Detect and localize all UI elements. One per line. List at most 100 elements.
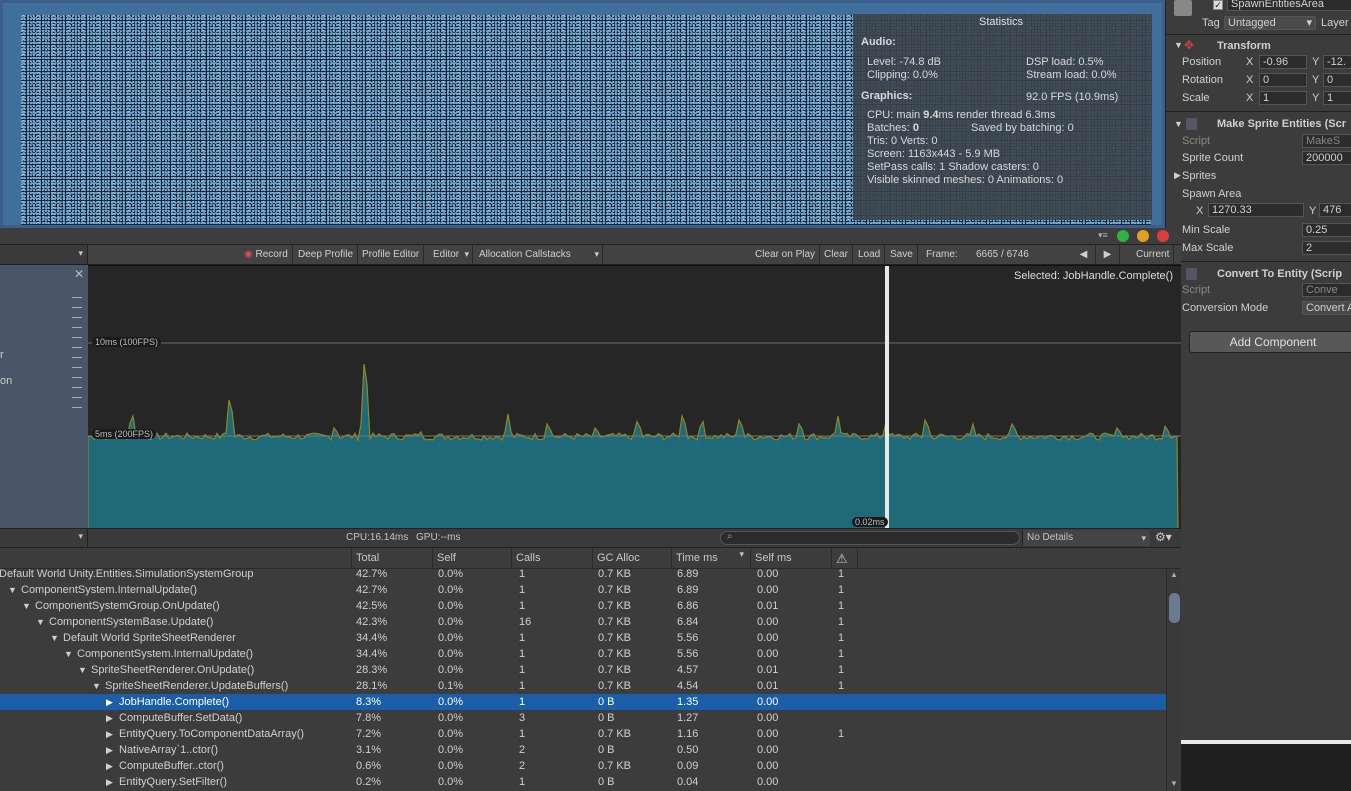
table-row[interactable]: ▶ NativeArray`1..ctor() 3.1% 0.0% 2 0 B 0.50 0.… [0, 742, 1166, 758]
row-name: ComputeBuffer.SetData() [119, 712, 243, 724]
row-calls: 1 [519, 776, 526, 788]
transform-foldout-icon[interactable]: ▼ [1174, 40, 1183, 50]
cpu-usage-chart[interactable]: 10ms (100FPS) 5ms (200FPS) Selected: Job… [88, 265, 1181, 529]
row-gc: 0 B [598, 696, 615, 708]
close-icon[interactable] [1157, 230, 1169, 242]
hierarchy-scrollbar[interactable]: ▲ ▼ [1166, 569, 1181, 791]
row-calls: 2 [519, 744, 526, 756]
expanded-arrow-icon[interactable]: ▼ [78, 662, 87, 678]
row-selfms: 0.01 [757, 600, 779, 612]
rotation-label: Rotation [1182, 74, 1223, 86]
table-row[interactable]: ▼ ComponentSystemBase.Update() 42.3% 0.0% 16… [0, 614, 1166, 630]
expanded-arrow-icon[interactable]: ▼ [50, 630, 59, 646]
clear-button[interactable]: Clear [820, 245, 853, 264]
make-sprite-foldout-icon[interactable]: ▼ [1174, 119, 1183, 129]
table-row[interactable]: ▼ ComponentSystem.InternalUpdate() 34.4% 0.… [0, 646, 1166, 662]
position-x-field[interactable]: -0.96 [1259, 55, 1307, 69]
spawn-y-field[interactable]: 476 [1319, 203, 1351, 217]
row-self: 0.0% [438, 728, 464, 740]
expanded-arrow-icon[interactable]: ▼ [8, 582, 17, 598]
collapsed-arrow-icon[interactable]: ▶ [106, 694, 113, 710]
search-input[interactable]: ⌕ [720, 531, 1020, 545]
table-row[interactable]: Default World Unity.Entities.SimulationS… [0, 569, 1166, 582]
dsp-load: DSP load: 0.5% [1026, 56, 1104, 68]
table-row[interactable]: ▶ EntityQuery.ToComponentDataArray() 7.2% 0… [0, 726, 1166, 742]
expanded-arrow-icon[interactable]: ▼ [64, 646, 73, 662]
col-self[interactable]: Self [433, 548, 512, 569]
scroll-thumb[interactable] [1169, 593, 1180, 623]
expanded-arrow-icon[interactable]: ▼ [36, 614, 45, 630]
details-dropdown[interactable]: No Details ▾ [1022, 530, 1150, 546]
deep-profile-button[interactable]: Deep Profile [294, 245, 359, 264]
rotation-x-field[interactable]: 0 [1259, 73, 1307, 87]
current-frame-button[interactable]: Current [1132, 245, 1175, 264]
col-overview[interactable] [0, 548, 352, 569]
view-mode-dropdown[interactable]: ▾ [0, 529, 88, 547]
make-sprite-header: Make Sprite Entities (Scr [1217, 118, 1346, 130]
window-menu-icon[interactable]: ▾≡ [1098, 230, 1108, 241]
clear-on-play-button[interactable]: Clear on Play [751, 245, 821, 264]
sprite-count-field[interactable]: 200000 [1302, 151, 1351, 165]
save-button[interactable]: Save [886, 245, 918, 264]
scale-y-field[interactable]: 1 [1323, 91, 1351, 105]
col-self-ms[interactable]: Self ms [751, 548, 832, 569]
collapsed-arrow-icon[interactable]: ▶ [106, 726, 113, 742]
position-y-field[interactable]: -12. [1323, 55, 1351, 69]
minimize-icon[interactable] [1137, 230, 1149, 242]
prev-frame-icon[interactable]: ◀ [1072, 245, 1096, 264]
profile-editor-button[interactable]: Profile Editor [358, 245, 425, 264]
row-gc: 0.7 KB [598, 664, 632, 676]
conversion-mode-dropdown[interactable]: Convert A [1302, 301, 1351, 315]
sprites-foldout-icon[interactable]: ▶ [1174, 170, 1181, 181]
collapsed-arrow-icon[interactable]: ▶ [106, 742, 113, 758]
scroll-up-icon[interactable]: ▲ [1170, 570, 1178, 579]
col-gc-alloc[interactable]: GC Alloc [593, 548, 672, 569]
col-total[interactable]: Total [352, 548, 433, 569]
scroll-down-icon[interactable]: ▼ [1170, 779, 1178, 788]
batches-prefix: Batches: [867, 122, 913, 134]
max-scale-field[interactable]: 2 [1302, 241, 1351, 255]
table-row[interactable]: ▼ ComponentSystem.InternalUpdate() 42.7% 0.… [0, 582, 1166, 598]
col-time-ms[interactable]: Time ms ▾ [672, 548, 751, 569]
settings-gear-icon[interactable]: ⚙▾ [1155, 530, 1172, 544]
table-row[interactable]: ▶ ComputeBuffer..ctor() 0.6% 0.0% 2 0.7 KB 0.0… [0, 758, 1166, 774]
maximize-icon[interactable] [1117, 230, 1129, 242]
tag-dropdown[interactable]: Untagged ▾ [1224, 16, 1316, 30]
record-button[interactable]: ◉ Record [240, 245, 293, 264]
tris-verts: Tris: 0 Verts: 0 [867, 135, 938, 147]
row-name: JobHandle.Complete() [119, 696, 230, 708]
statistics-title: Statistics [979, 16, 1024, 28]
profiler-modules-dropdown[interactable]: ▾ [0, 245, 88, 264]
table-row[interactable]: ▼ ComponentSystemGroup.OnUpdate() 42.5% 0.0… [0, 598, 1166, 614]
collapsed-arrow-icon[interactable]: ▶ [106, 758, 113, 774]
collapsed-arrow-icon[interactable]: ▶ [106, 710, 113, 726]
add-component-button[interactable]: Add Component [1189, 331, 1351, 353]
col-warnings[interactable]: ⚠ [832, 548, 858, 569]
table-row[interactable]: ▶ EntityQuery.SetFilter() 0.2% 0.0% 1 0 B 0.04… [0, 774, 1166, 790]
expanded-arrow-icon[interactable]: ▼ [92, 678, 101, 694]
table-row[interactable]: ▼ SpriteSheetRenderer.OnUpdate() 28.3% 0.0%… [0, 662, 1166, 678]
row-selfms: 0.00 [757, 728, 779, 740]
expanded-arrow-icon[interactable]: ▼ [22, 598, 31, 614]
frame-cursor[interactable] [885, 266, 889, 529]
min-scale-field[interactable]: 0.25 [1302, 223, 1351, 237]
row-warn: 1 [838, 584, 845, 596]
allocation-callstacks-dropdown[interactable]: Allocation Callstacks ▾ [475, 245, 603, 264]
col-time-ms-label: Time ms [676, 552, 718, 564]
table-row[interactable]: ▼ Default World SpriteSheetRenderer 34.4% 0… [0, 630, 1166, 646]
spawn-x-field[interactable]: 1270.33 [1208, 203, 1304, 217]
collapsed-arrow-icon[interactable]: ▶ [106, 774, 113, 790]
editor-target-dropdown[interactable]: Editor ▾ [429, 245, 473, 264]
active-checkbox[interactable]: ✓ [1213, 0, 1223, 10]
next-frame-icon[interactable]: ▶ [1096, 245, 1120, 264]
rotation-y-field[interactable]: 0 [1323, 73, 1351, 87]
col-calls[interactable]: Calls [512, 548, 593, 569]
close-icon[interactable]: ✕ [74, 267, 84, 281]
object-name-field[interactable]: SpawnEntitiesArea [1227, 0, 1351, 11]
table-row[interactable]: ▶ ComputeBuffer.SetData() 7.8% 0.0% 3 0 B 1.27… [0, 710, 1166, 726]
table-row[interactable]: ▼ SpriteSheetRenderer.UpdateBuffers() 28.1… [0, 678, 1166, 694]
table-row[interactable]: ▶ JobHandle.Complete() 8.3% 0.0% 1 0 B 1.35 0.0… [0, 694, 1166, 710]
scale-x-field[interactable]: 1 [1259, 91, 1307, 105]
load-button[interactable]: Load [854, 245, 886, 264]
module-drag-handles[interactable] [72, 297, 82, 409]
